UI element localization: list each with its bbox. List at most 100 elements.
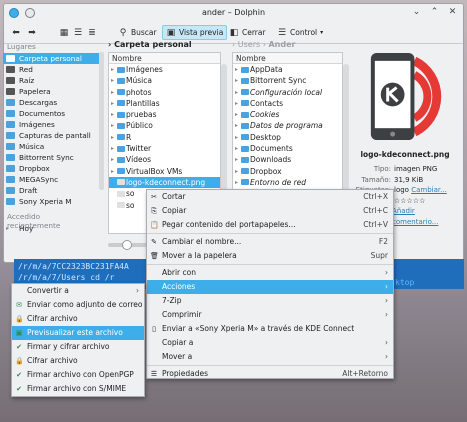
context-menu-item-4[interactable]: 🗑 Mover a la papelera Supr [147, 249, 393, 263]
context-menu-item-11[interactable]: Mover a › [147, 350, 393, 364]
expand-arrow-icon[interactable]: ▸ [235, 98, 238, 109]
context-menu-item-12[interactable]: ☰ Propiedades Alt+Retorno [147, 367, 393, 381]
sidebar-item-recent[interactable]: ▸ Hoy [3, 223, 99, 234]
sidebar-item-sony-xperia-m[interactable]: Sony Xperia M [3, 196, 99, 207]
forward-button[interactable]: ➡ [24, 25, 40, 40]
sidebar-scrollbar[interactable] [99, 52, 104, 190]
submenu-item-5[interactable]: 🔒 Cifrar archivo [12, 354, 144, 368]
context-menu-item-10[interactable]: Copiar a › [147, 336, 393, 350]
expand-arrow-icon[interactable]: ▸ [111, 98, 114, 109]
context-menu-item-9[interactable]: ▯ Enviar a «Sony Xperia M» a través de KD… [147, 322, 393, 336]
expand-arrow-icon[interactable]: ▸ [111, 143, 114, 154]
expand-arrow-icon[interactable]: ▸ [235, 166, 238, 177]
submenu-item-7[interactable]: ✔ Firmar archivo con S/MIME [12, 382, 144, 396]
close-window-icon[interactable]: ✕ [448, 8, 457, 17]
file-row[interactable]: ▸ Público [109, 120, 220, 131]
file-row[interactable]: ▸ Dropbox [233, 166, 342, 177]
context-menu-item-2[interactable]: 📋 Pegar contenido del portapapeles... Ctrl… [147, 218, 393, 232]
file-row[interactable]: ▸ Configuración local [233, 87, 342, 98]
expand-arrow-icon[interactable]: ▸ [111, 166, 114, 177]
context-menu-item-6[interactable]: Acciones › [147, 280, 393, 294]
column-header-name[interactable]: Nombre [233, 53, 342, 64]
file-row[interactable]: ▸ Cookies [233, 109, 342, 120]
sidebar-item-draft[interactable]: Draft [3, 185, 99, 196]
file-row[interactable]: ▸ Plantillas [109, 98, 220, 109]
sidebar-item-bittorrent-sync[interactable]: Bittorrent Sync [3, 152, 99, 163]
expand-arrow-icon[interactable]: ▸ [235, 75, 238, 86]
breadcrumb-current[interactable]: Carpeta personal [114, 40, 192, 49]
submenu-item-4[interactable]: ✔ Firmar y cifrar archivo [12, 340, 144, 354]
expand-arrow-icon[interactable]: ▸ [235, 177, 238, 188]
expand-arrow-icon[interactable]: ▸ [111, 132, 114, 143]
expand-arrow-icon[interactable]: ▸ [235, 132, 238, 143]
file-row[interactable]: ▸ AppData [233, 64, 342, 75]
submenu-item-2[interactable]: 🔒 Cifrar archivo [12, 312, 144, 326]
sidebar-item-música[interactable]: Música [3, 141, 99, 152]
context-menu-item-8[interactable]: Comprimir › [147, 308, 393, 322]
details-view-button[interactable]: ≣ [84, 25, 100, 40]
expand-arrow-icon[interactable]: ▸ [235, 154, 238, 165]
file-row[interactable]: ▸ Downloads [233, 154, 342, 165]
sidebar-item-papelera[interactable]: Papelera [3, 86, 99, 97]
file-row[interactable]: ▸ Vídeos [109, 154, 220, 165]
column-header-name[interactable]: Nombre [109, 53, 220, 64]
sidebar-item-red[interactable]: Red [3, 64, 99, 75]
file-row[interactable]: ▸ Desktop [233, 132, 342, 143]
preview-button[interactable]: ▣ Vista previa [162, 25, 228, 40]
file-row[interactable]: ▸ VirtualBox VMs [109, 166, 220, 177]
file-row[interactable]: ▸ Twitter [109, 143, 220, 154]
expand-arrow-icon[interactable]: ▸ [235, 109, 238, 120]
context-menu-item-5[interactable]: Abrir con › [147, 266, 393, 280]
expand-arrow-icon[interactable]: ▸ [235, 143, 238, 154]
right-list-scrollbar[interactable] [343, 64, 349, 192]
context-menu-item-1[interactable]: ⎘ Copiar Ctrl+C [147, 204, 393, 218]
breadcrumb-left[interactable]: › Carpeta personal [108, 40, 192, 49]
expand-arrow-icon[interactable]: ▸ [235, 120, 238, 131]
maximize-icon[interactable]: ⌃ [430, 8, 439, 17]
sidebar-item-carpeta-personal[interactable]: Carpeta personal [3, 53, 99, 64]
file-row[interactable]: ▸ pruebas [109, 109, 220, 120]
file-row[interactable]: ▸ Imágenes [109, 64, 220, 75]
breadcrumb-current[interactable]: Ander [268, 40, 295, 49]
expand-arrow-icon[interactable]: ▸ [111, 109, 114, 120]
change-tags-link[interactable]: Cambiar... [411, 185, 447, 196]
expand-arrow-icon[interactable]: ▸ [235, 64, 238, 75]
file-row[interactable]: ▸ Contacts [233, 98, 342, 109]
file-row[interactable]: ▸ Documents [233, 143, 342, 154]
breadcrumb-right[interactable]: › Users › Ander [232, 40, 295, 49]
submenu-item-3[interactable]: ▣ Previsualizar este archivo [12, 326, 144, 340]
app-menu-icon[interactable] [9, 8, 19, 18]
file-row[interactable]: ▸ Datos de programa [233, 120, 342, 131]
control-menu-button[interactable]: ☰ Control ▾ [274, 25, 326, 40]
file-row[interactable]: ▸ R [109, 132, 220, 143]
breadcrumb-parent[interactable]: Users [238, 40, 260, 49]
expand-arrow-icon[interactable]: ▸ [111, 87, 114, 98]
pin-icon[interactable] [25, 8, 35, 18]
expand-arrow-icon[interactable]: ▸ [111, 64, 114, 75]
expand-arrow-icon[interactable]: ▸ [111, 154, 114, 165]
file-row[interactable]: ▸ Entorno de red [233, 177, 342, 188]
expand-arrow-icon[interactable]: ▸ [111, 120, 114, 131]
context-menu-item-7[interactable]: 7-Zip › [147, 294, 393, 308]
context-menu-item-3[interactable]: ✎ Cambiar el nombre... F2 [147, 235, 393, 249]
submenu-item-6[interactable]: ✔ Firmar archivo con OpenPGP [12, 368, 144, 382]
search-button[interactable]: ⚲ Buscar [115, 25, 160, 40]
sidebar-item-dropbox[interactable]: Dropbox [3, 163, 99, 174]
zoom-slider-handle[interactable] [122, 240, 132, 250]
sidebar-item-capturas-de-pantall[interactable]: Capturas de pantall [3, 130, 99, 141]
sidebar-item-raíz[interactable]: Raíz [3, 75, 99, 86]
back-button[interactable]: ⬅ [8, 25, 24, 40]
file-row[interactable]: ▸ photos [109, 87, 220, 98]
sidebar-item-descargas[interactable]: Descargas [3, 97, 99, 108]
expand-arrow-icon[interactable]: ▸ [235, 87, 238, 98]
expand-arrow-icon[interactable]: ▸ [111, 75, 114, 86]
sidebar-item-documentos[interactable]: Documentos [3, 108, 99, 119]
add-comment-link[interactable]: Añadir comentario... [392, 206, 460, 227]
submenu-item-1[interactable]: ✉ Enviar como adjunto de correo [12, 298, 144, 312]
title-bar[interactable]: ander – Dolphin ⌄ ⌃ ✕ [4, 4, 463, 22]
file-row[interactable]: logo-kdeconnect.png [109, 176, 220, 189]
context-menu-item-0[interactable]: ✂ Cortar Ctrl+X [147, 190, 393, 204]
split-close-button[interactable]: ◧ Cerrar [226, 25, 269, 40]
rating-stars[interactable]: ☆☆☆☆☆ [394, 196, 425, 207]
file-row[interactable]: ▸ Música [109, 75, 220, 86]
